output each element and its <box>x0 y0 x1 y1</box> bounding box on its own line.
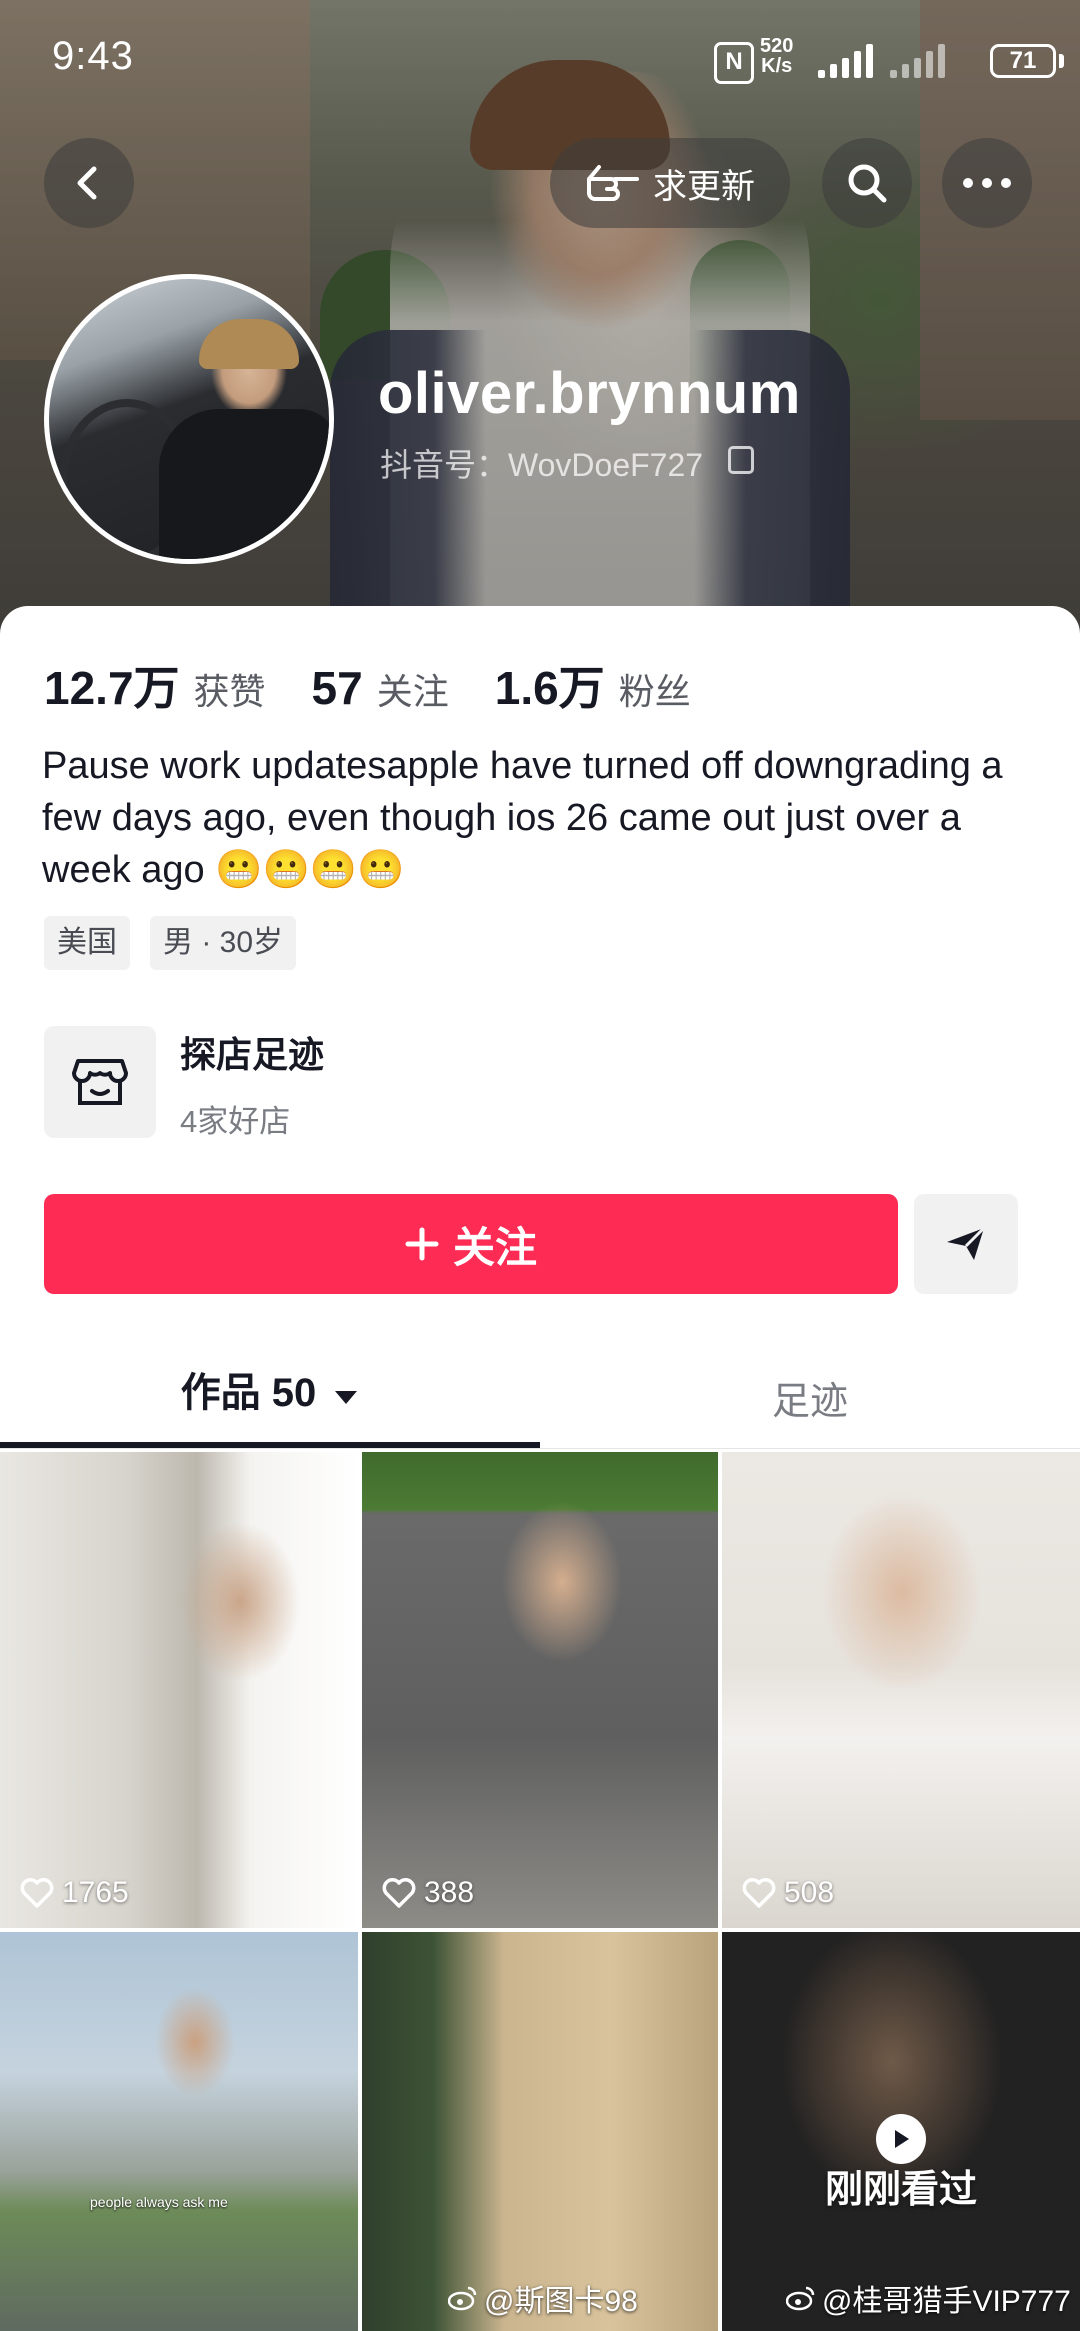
search-button[interactable] <box>822 138 912 228</box>
chevron-left-icon <box>77 166 97 200</box>
shop-subtitle: 4家好店 <box>180 1104 291 1139</box>
signal-strength-icon <box>818 44 878 78</box>
video-tile[interactable]: 1765 <box>0 1452 358 1928</box>
watermark-1-text: @斯图卡98 <box>484 2285 638 2318</box>
video-likes-count: 1765 <box>62 1876 129 1909</box>
battery-tip <box>1059 54 1064 68</box>
follow-label: 关注 <box>452 1223 537 1271</box>
video-tile[interactable]: people always ask me <box>0 1932 358 2331</box>
caret-down-icon <box>335 1391 358 1404</box>
send-icon <box>947 1226 986 1260</box>
watermark-1: @斯图卡98 <box>448 2276 638 2320</box>
username: oliver.brynnum <box>378 361 801 426</box>
video-tile[interactable]: 508 <box>722 1452 1080 1928</box>
battery-level: 71 <box>1009 47 1037 74</box>
tab-works-label: 作品 50 <box>180 1371 317 1415</box>
more-button[interactable] <box>942 138 1032 228</box>
request-update-button[interactable]: 求更新 <box>550 138 790 228</box>
status-time: 9:43 <box>52 34 134 78</box>
video-likes-count: 508 <box>784 1876 835 1909</box>
heart-icon <box>742 1878 776 1908</box>
signal-strength-secondary-icon <box>890 44 950 78</box>
heart-icon <box>20 1878 54 1908</box>
pointing-hand-icon <box>587 165 639 201</box>
following-count[interactable]: 57 <box>312 661 363 715</box>
watermark-2: @桂哥猎手VIP777 <box>786 2276 1071 2320</box>
video-tile[interactable] <box>362 1932 718 2331</box>
back-button[interactable] <box>44 138 134 228</box>
followers-label: 粉丝 <box>618 671 691 712</box>
weibo-icon <box>786 2286 815 2311</box>
tab-works[interactable]: 作品 50 <box>0 1360 540 1442</box>
video-caption: people always ask me <box>90 2194 228 2210</box>
battery-icon: 71 <box>990 44 1056 78</box>
likes-count[interactable]: 12.7万 <box>44 652 180 718</box>
weibo-icon <box>448 2286 477 2311</box>
plus-icon <box>405 1227 439 1261</box>
watermark-2-text: @桂哥猎手VIP777 <box>822 2285 1071 2318</box>
douyin-id: 抖音号：WovDoeF727 <box>380 447 704 483</box>
video-likes-count: 388 <box>424 1876 475 1909</box>
search-icon <box>848 164 887 203</box>
recently-viewed-label: 刚刚看过 <box>824 2169 977 2211</box>
bio-text: Pause work updatesapple have turned off … <box>42 745 1003 891</box>
tag-gender-age: 男 · 30岁 <box>150 916 297 970</box>
follow-button[interactable]: 关注 <box>44 1194 898 1294</box>
store-icon <box>72 1059 128 1105</box>
nfc-icon: N <box>714 42 754 84</box>
video-likes: 1765 <box>20 1876 129 1910</box>
tab-footprint[interactable]: 足迹 <box>540 1370 1080 1425</box>
message-button[interactable] <box>914 1194 1018 1294</box>
request-update-label: 求更新 <box>653 167 755 206</box>
play-triangle-icon <box>895 2130 909 2148</box>
play-icon <box>876 2114 926 2164</box>
video-tile[interactable]: 388 <box>362 1452 718 1928</box>
stats-row: 12.7万 获赞 57 关注 1.6万 粉丝 <box>44 652 691 718</box>
tabs-divider <box>0 1448 1080 1449</box>
following-label: 关注 <box>376 671 449 712</box>
network-speed-value: 520 <box>760 35 794 57</box>
heart-icon <box>382 1878 416 1908</box>
avatar[interactable] <box>44 274 334 564</box>
shop-title[interactable]: 探店足迹 <box>180 1026 324 1078</box>
network-speed-unit: K/s <box>761 55 793 77</box>
shop-icon[interactable] <box>44 1026 156 1138</box>
video-likes: 388 <box>382 1876 474 1910</box>
copy-icon[interactable] <box>728 446 754 474</box>
tag-location: 美国 <box>44 916 130 970</box>
more-dots-icon <box>963 178 1011 188</box>
video-likes: 508 <box>742 1876 834 1910</box>
followers-count[interactable]: 1.6万 <box>495 652 605 718</box>
network-speed: 520 K/s <box>760 36 793 76</box>
likes-label: 获赞 <box>193 671 266 712</box>
